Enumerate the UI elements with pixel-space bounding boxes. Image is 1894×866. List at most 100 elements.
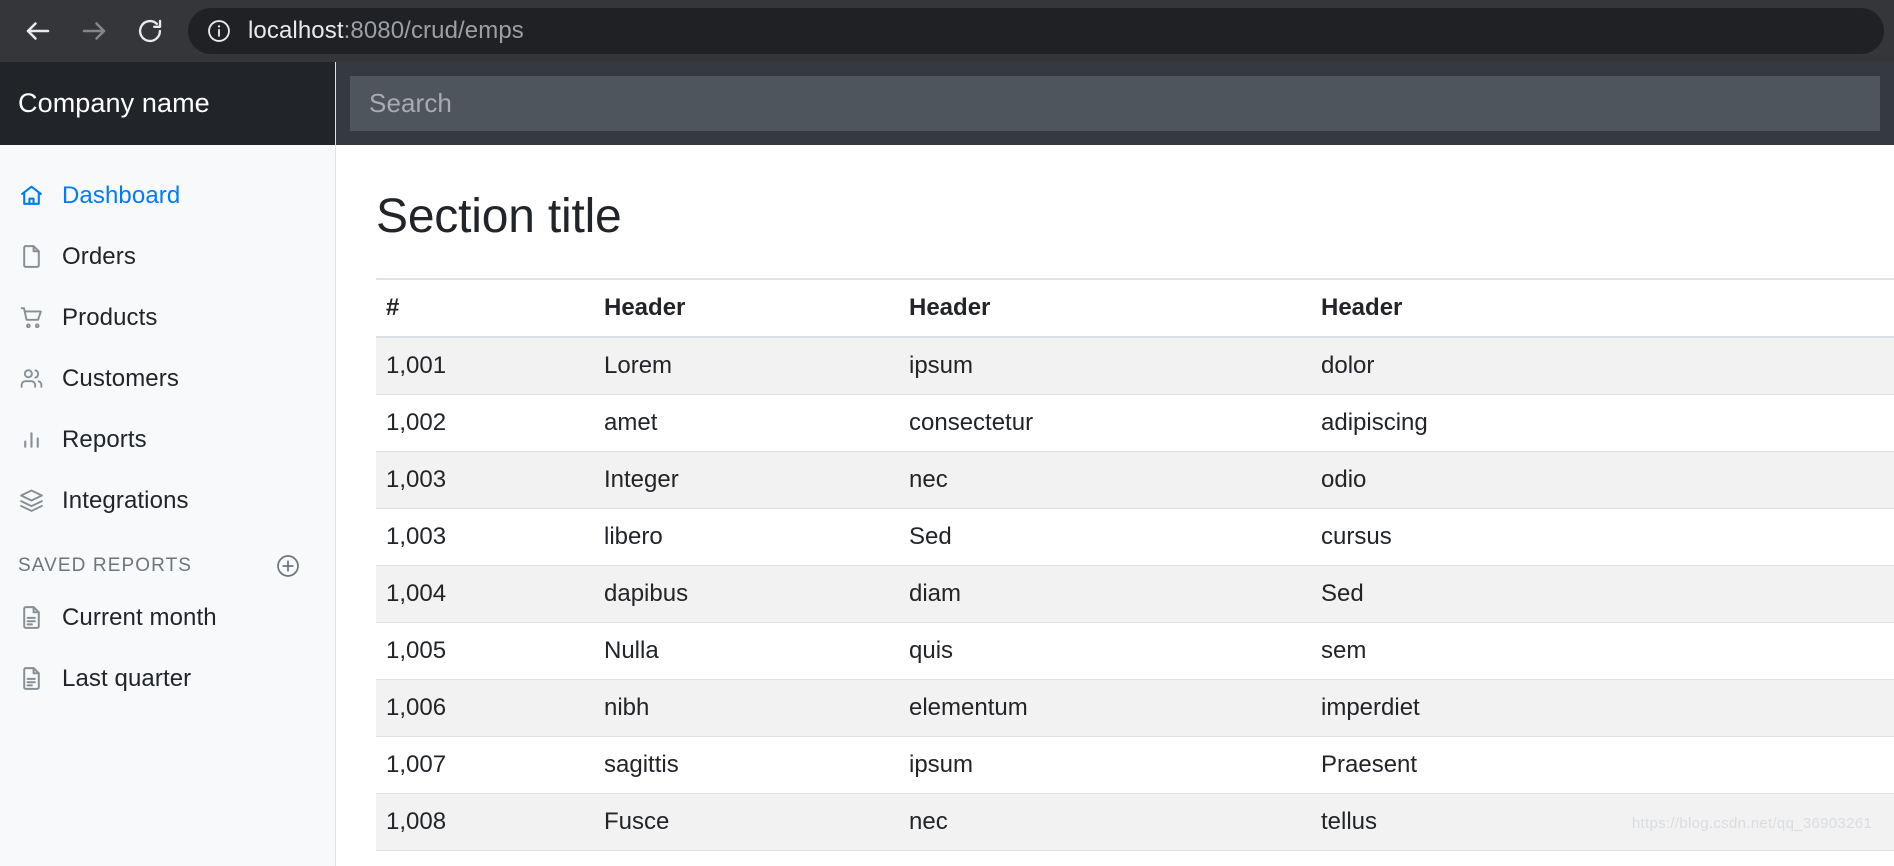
table-cell: sagittis [594,736,899,794]
table-cell: 1,008 [376,793,594,851]
sidebar-item-label: Customers [62,364,179,392]
table-cell: dapibus [594,565,899,623]
forward-button[interactable] [66,3,122,59]
table-cell: Nulla [594,622,899,680]
layers-icon [18,488,44,514]
table-row[interactable]: 1,008 Fusce nec tellus [376,793,1894,851]
saved-reports-title: SAVED REPORTS [18,555,193,576]
file-icon [18,244,44,270]
brand-header[interactable]: Company name [0,62,335,145]
sidebar-item-orders[interactable]: Orders [0,226,335,287]
table-cell: 1,003 [376,451,594,509]
search-placeholder: Search [369,88,452,118]
reload-icon [136,17,164,45]
url-path: :8080/crud/emps [343,17,524,44]
info-circle-icon[interactable] [206,18,232,44]
sidebar: Company name Dashboard Orders Products C… [0,62,336,866]
table-cell: 1,004 [376,565,594,623]
table-cell: imperdiet [1311,679,1894,737]
sidebar-item-label: Orders [62,242,136,270]
table-row[interactable]: 1,005 Nulla quis sem [376,622,1894,680]
sidebar-item-dashboard[interactable]: Dashboard [0,165,335,226]
table-cell: 1,001 [376,337,594,395]
table-cell: sem [1311,622,1894,680]
table-cell: diam [899,565,1311,623]
table-header-row: # Header Header Header [376,278,1894,338]
back-button[interactable] [10,3,66,59]
arrow-right-icon [79,16,109,46]
sidebar-nav: Dashboard Orders Products Customers Repo… [0,145,335,866]
table-cell: 1,005 [376,622,594,680]
table-row[interactable]: 1,002 amet consectetur adipiscing [376,394,1894,452]
table-row[interactable]: 1,001 Lorem ipsum dolor [376,337,1894,395]
table-cell: ipsum [899,337,1311,395]
cart-icon [18,305,44,331]
users-icon [18,366,44,392]
table-row[interactable]: 1,004 dapibus diam Sed [376,565,1894,623]
table-cell: consectetur [899,394,1311,452]
saved-reports-header: SAVED REPORTS [0,531,335,587]
table-cell: ipsum [899,736,1311,794]
column-header[interactable]: Header [1311,278,1894,338]
table-cell: quis [899,622,1311,680]
table-cell: Lorem [594,337,899,395]
bar-chart-icon [18,427,44,453]
table-cell: 1,007 [376,736,594,794]
data-table: # Header Header Header 1,001 Lorem ipsum do… [376,278,1894,851]
table-cell: Sed [899,508,1311,566]
page-title: Section title [376,190,622,243]
file-text-icon [18,605,44,631]
table-row[interactable]: 1,006 nibh elementum imperdiet [376,679,1894,737]
reload-button[interactable] [122,3,178,59]
table-cell: cursus [1311,508,1894,566]
table-cell: 1,006 [376,679,594,737]
table-cell: nec [899,451,1311,509]
url-host: localhost [248,17,344,44]
sidebar-item-label: Integrations [62,486,189,514]
address-bar-text: localhost:8080/crud/emps [248,17,524,45]
sidebar-item-products[interactable]: Products [0,287,335,348]
table-cell: elementum [899,679,1311,737]
table-row[interactable]: 1,003 Integer nec odio [376,451,1894,509]
column-header[interactable]: Header [594,278,899,338]
brand-name: Company name [18,88,210,118]
table-row[interactable]: 1,003 libero Sed cursus [376,508,1894,566]
main-content: Section title # Header Header Header 1,0… [336,62,1894,866]
table-cell: 1,002 [376,394,594,452]
table-cell: nibh [594,679,899,737]
table-cell: libero [594,508,899,566]
table-row[interactable]: 1,007 sagittis ipsum Praesent [376,736,1894,794]
search-input[interactable]: Search [350,76,1880,131]
sidebar-item-last-quarter[interactable]: Last quarter [0,648,335,709]
table-cell: Integer [594,451,899,509]
sidebar-item-label: Reports [62,425,147,453]
address-bar[interactable]: localhost:8080/crud/emps [188,8,1884,54]
table-cell: Praesent [1311,736,1894,794]
file-text-icon [18,666,44,692]
sidebar-item-customers[interactable]: Customers [0,348,335,409]
table-cell: Fusce [594,793,899,851]
table-cell: odio [1311,451,1894,509]
table-cell: Sed [1311,565,1894,623]
arrow-left-icon [23,16,53,46]
sidebar-item-label: Last quarter [62,664,192,692]
table-cell: adipiscing [1311,394,1894,452]
sidebar-item-label: Current month [62,603,217,631]
table-body: 1,001 Lorem ipsum dolor 1,002 amet consectetur… [376,337,1894,851]
table-cell: dolor [1311,337,1894,395]
top-navbar: Search [336,62,1894,145]
sidebar-item-current-month[interactable]: Current month [0,587,335,648]
browser-toolbar: localhost:8080/crud/emps [0,0,1894,62]
sidebar-item-label: Dashboard [62,181,181,209]
sidebar-item-label: Products [62,303,158,331]
table-cell: amet [594,394,899,452]
app-shell: Company name Dashboard Orders Products C… [0,62,1894,866]
table-cell: nec [899,793,1311,851]
sidebar-item-reports[interactable]: Reports [0,409,335,470]
column-header[interactable]: Header [899,278,1311,338]
table-head: # Header Header Header [376,278,1894,338]
table-cell: tellus [1311,793,1894,851]
column-header[interactable]: # [376,278,594,338]
sidebar-item-integrations[interactable]: Integrations [0,470,335,531]
plus-circle-icon[interactable] [275,553,301,579]
